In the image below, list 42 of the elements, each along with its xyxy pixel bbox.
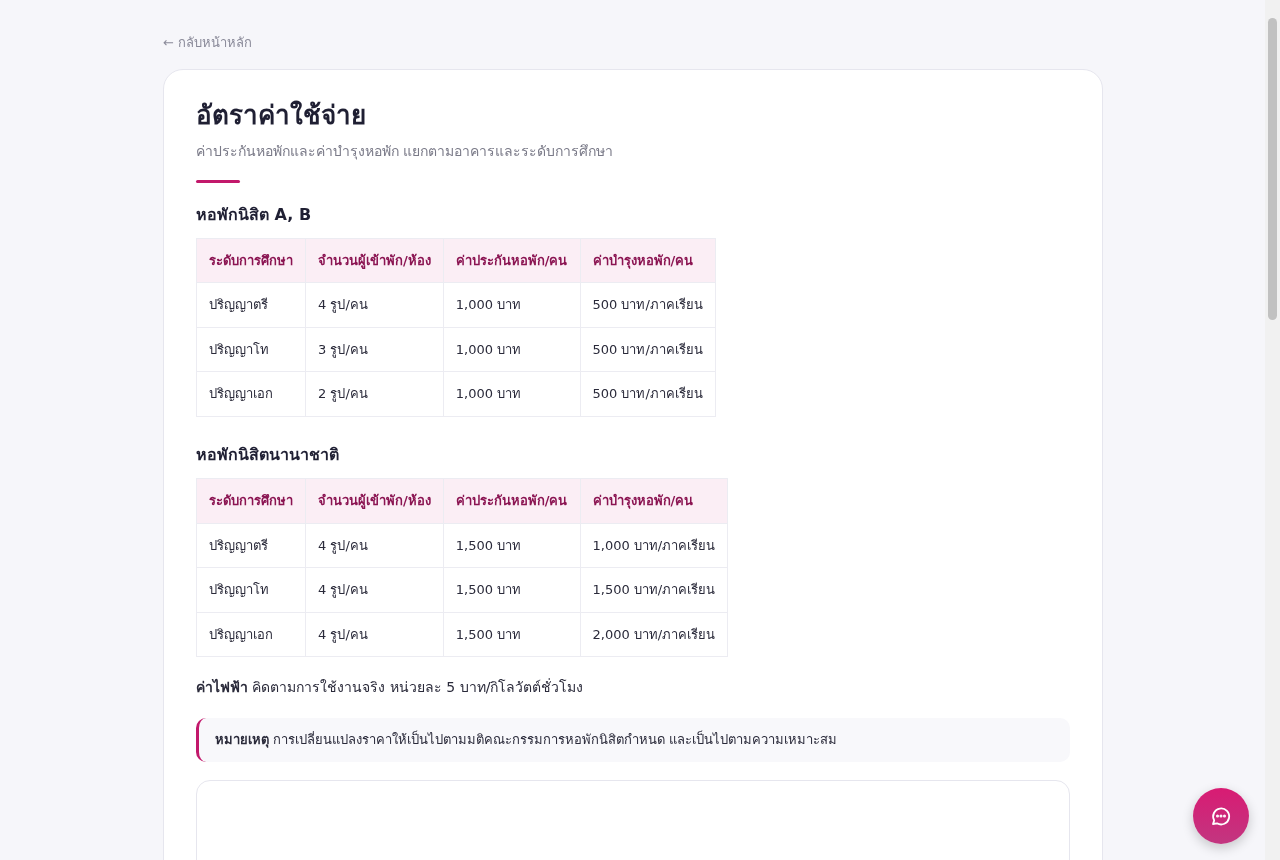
table-cell: 4 รูป/คน	[305, 612, 444, 657]
column-header: จำนวนผู้เข้าพัก/ห้อง	[305, 238, 444, 283]
column-header: ระดับการศึกษา	[196, 478, 306, 524]
table-cell: 500 บาท/ภาคเรียน	[580, 327, 716, 372]
table-cell: 1,500 บาท	[443, 523, 580, 568]
table-cell: 1,500 บาท	[443, 567, 580, 613]
table-cell: 4 รูป/คน	[305, 567, 444, 613]
table-cell: 1,500 บาท/ภาคเรียน	[580, 567, 728, 613]
table-cell: ปริญญาตรี	[196, 523, 306, 568]
section-heading: หอพักนิสิต A, B	[196, 204, 313, 224]
table-cell: ปริญญาโท	[196, 327, 306, 372]
note-callout: หมายเหตุ การเปลี่ยนแปลงราคาให้เป็นไปตามมติคณะกรรมการหอพักนิสิตกำหนด และเป็นไปตามความเหมาะสม	[196, 718, 1070, 762]
table-cell: ปริญญาโท	[196, 567, 306, 613]
column-header: ค่าประกันหอพัก/คน	[443, 238, 580, 283]
table-cell: ปริญญาเอก	[196, 371, 306, 417]
back-link[interactable]: ← กลับหน้าหลัก	[163, 33, 253, 53]
table-cell: 4 รูป/คน	[305, 282, 444, 328]
table-cell: 2 รูป/คน	[305, 371, 444, 417]
table-cell: 1,000 บาท	[443, 327, 580, 372]
electricity-text: ค่าไฟฟ้า คิดตามการใช้งานจริง หน่วยละ 5 บาท/กิโลวัตต์ชั่วโมง	[196, 677, 585, 698]
column-header: ระดับการศึกษา	[196, 238, 306, 283]
page-title: อัตราค่าใช้จ่าย	[196, 99, 367, 131]
table-cell: 500 บาท/ภาคเรียน	[580, 282, 716, 328]
table-cell: 1,000 บาท	[443, 282, 580, 328]
table-cell: 2,000 บาท/ภาคเรียน	[580, 612, 728, 657]
table-cell: 1,000 บาท/ภาคเรียน	[580, 523, 728, 568]
chat-button[interactable]	[1193, 788, 1249, 844]
table-cell: 500 บาท/ภาคเรียน	[580, 371, 716, 417]
table-cell: 4 รูป/คน	[305, 523, 444, 568]
table-cell: 3 รูป/คน	[305, 327, 444, 372]
column-header: ค่าบำรุงหอพัก/คน	[580, 238, 716, 283]
table-cell: 1,500 บาท	[443, 612, 580, 657]
column-header: จำนวนผู้เข้าพัก/ห้อง	[305, 478, 444, 524]
page-subtitle: ค่าประกันหอพักและค่าบำรุงหอพัก แยกตามอาคารและระดับการศึกษา	[196, 141, 615, 162]
scrollbar-thumb[interactable]	[1268, 18, 1277, 320]
column-header: ค่าประกันหอพัก/คน	[443, 478, 580, 524]
section-heading: หอพักนิสิตนานาชาติ	[196, 444, 340, 465]
scrollbar[interactable]	[1265, 0, 1280, 860]
table-cell: ปริญญาเอก	[196, 612, 306, 657]
table-cell: 1,000 บาท	[443, 371, 580, 417]
table-cell: ปริญญาตรี	[196, 282, 306, 328]
column-header: ค่าบำรุงหอพัก/คน	[580, 478, 728, 524]
